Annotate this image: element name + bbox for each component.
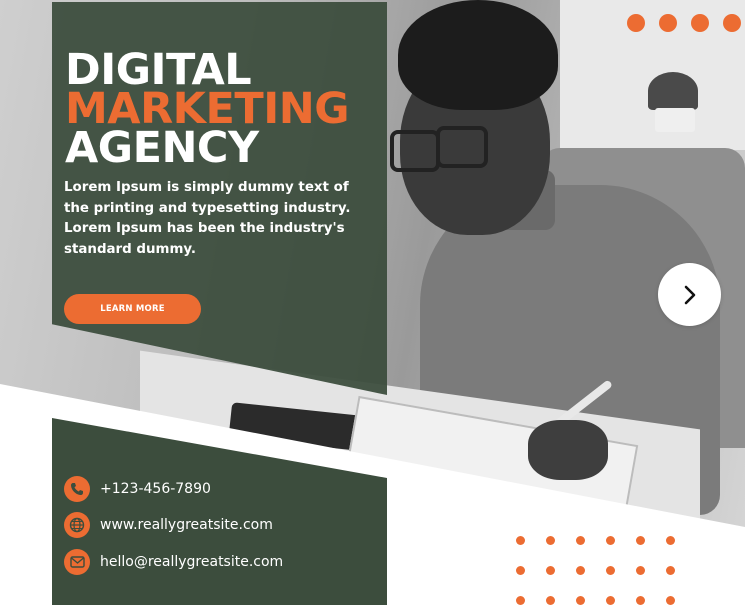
decorative-dots-grid (516, 536, 675, 605)
dot (576, 566, 585, 575)
dot (606, 566, 615, 575)
dot (666, 596, 675, 605)
dot (516, 536, 525, 545)
hand-image (528, 420, 608, 480)
dot (576, 536, 585, 545)
next-slide-button[interactable] (658, 263, 721, 326)
dot (546, 536, 555, 545)
headline-line-agency: AGENCY (65, 123, 259, 173)
dot (636, 596, 645, 605)
contact-phone[interactable]: +123-456-7890 (64, 476, 211, 502)
decorative-dots-top (627, 14, 741, 32)
dot (516, 596, 525, 605)
glasses-image (390, 130, 440, 172)
dot (691, 14, 709, 32)
dot (666, 536, 675, 545)
phone-text: +123-456-7890 (100, 481, 211, 497)
contact-website[interactable]: www.reallygreatsite.com (64, 512, 273, 538)
dot (636, 536, 645, 545)
marketing-banner: DIGITAL MARKETING AGENCY Lorem Ipsum is … (0, 0, 745, 605)
mail-icon (64, 549, 90, 575)
dot (636, 566, 645, 575)
website-text: www.reallygreatsite.com (100, 517, 273, 533)
globe-icon (64, 512, 90, 538)
plant-image (648, 72, 698, 110)
dot (659, 14, 677, 32)
description-text: Lorem Ipsum is simply dummy text of the … (64, 180, 351, 257)
learn-more-button[interactable]: LEARN MORE (64, 294, 201, 324)
person-hair-image (398, 0, 558, 110)
dot (546, 596, 555, 605)
dot (666, 566, 675, 575)
dot (627, 14, 645, 32)
dot (723, 14, 741, 32)
contact-email[interactable]: hello@reallygreatsite.com (64, 549, 283, 575)
dot (576, 596, 585, 605)
headline: DIGITAL MARKETING AGENCY (65, 49, 350, 173)
dot (546, 566, 555, 575)
chevron-right-icon (684, 285, 695, 304)
plant-pot-image (655, 108, 695, 132)
phone-icon (64, 476, 90, 502)
email-text: hello@reallygreatsite.com (100, 554, 284, 570)
dot (516, 566, 525, 575)
dot (606, 596, 615, 605)
glasses-image (436, 126, 488, 168)
dot (606, 536, 615, 545)
